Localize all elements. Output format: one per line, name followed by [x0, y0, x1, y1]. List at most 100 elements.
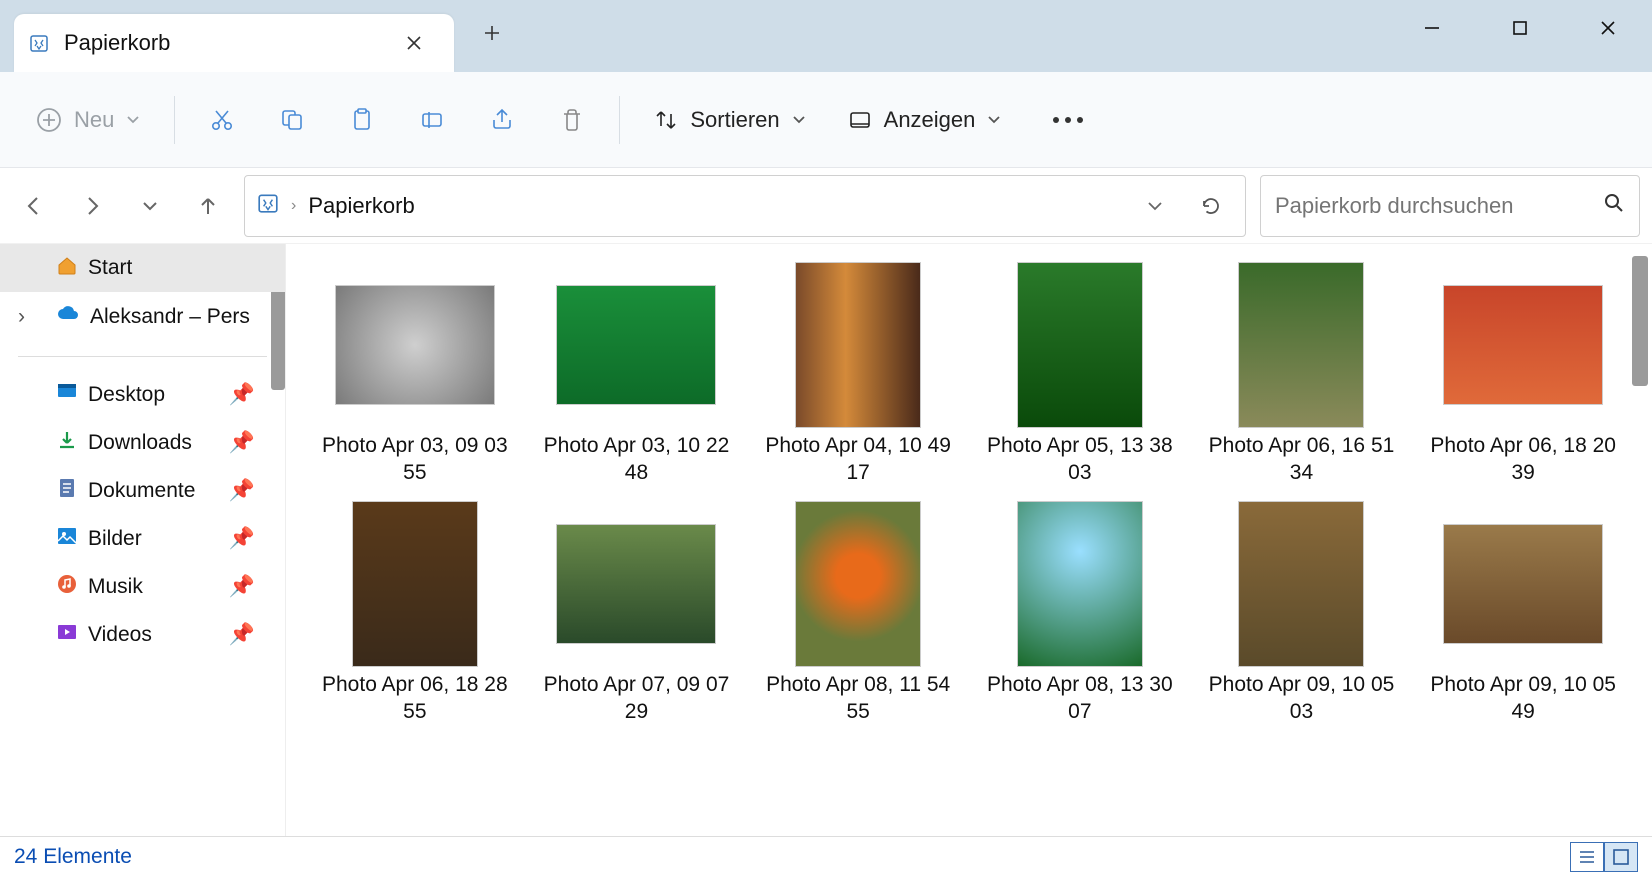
paste-button[interactable] — [343, 99, 381, 141]
plus-icon — [482, 23, 502, 43]
share-button[interactable] — [483, 99, 521, 141]
new-tab-button[interactable] — [472, 13, 512, 53]
file-item[interactable]: Photo Apr 09, 10 05 03 — [1201, 501, 1403, 726]
address-bar[interactable]: › Papierkorb — [244, 175, 1246, 237]
details-view-button[interactable] — [1570, 842, 1604, 872]
sidebar-item-onedrive[interactable]: › Aleksandr – Pers — [0, 292, 285, 342]
thumbnail — [1000, 501, 1160, 667]
minimize-button[interactable] — [1388, 0, 1476, 56]
status-bar: 24 Elemente — [0, 836, 1652, 876]
new-button[interactable]: Neu — [30, 99, 146, 141]
file-item[interactable]: Photo Apr 06, 18 20 39 — [1422, 262, 1624, 487]
chevron-down-icon — [126, 113, 140, 127]
share-icon — [489, 107, 515, 133]
recycle-bin-icon — [28, 32, 50, 54]
sidebar-item-downloads[interactable]: Downloads 📌 — [0, 419, 285, 467]
file-item[interactable]: Photo Apr 03, 10 22 48 — [536, 262, 738, 487]
search-box[interactable] — [1260, 175, 1640, 237]
thumbnail — [335, 501, 495, 667]
cut-icon — [209, 107, 235, 133]
file-name: Photo Apr 06, 18 28 55 — [320, 671, 510, 726]
sidebar-item-desktop[interactable]: Desktop 📌 — [0, 371, 285, 419]
breadcrumb-segment[interactable]: Papierkorb — [308, 193, 414, 219]
file-name: Photo Apr 09, 10 05 49 — [1428, 671, 1618, 726]
file-item[interactable]: Photo Apr 03, 09 03 55 — [314, 262, 516, 487]
close-window-button[interactable] — [1564, 0, 1652, 56]
sidebar-item-label: Desktop — [88, 383, 165, 407]
body: Start › Aleksandr – Pers Desktop 📌 Downl… — [0, 244, 1652, 836]
tab-close-button[interactable] — [394, 23, 434, 63]
cloud-icon — [56, 302, 80, 332]
pin-icon: 📌 — [229, 479, 255, 503]
thumbnails-view-button[interactable] — [1604, 842, 1638, 872]
address-history-button[interactable] — [1133, 184, 1177, 228]
file-item[interactable]: Photo Apr 06, 18 28 55 — [314, 501, 516, 726]
sort-label: Sortieren — [690, 107, 779, 133]
file-item[interactable]: Photo Apr 04, 10 49 17 — [757, 262, 959, 487]
recycle-bin-icon — [257, 192, 279, 219]
search-input[interactable] — [1275, 193, 1593, 219]
cut-button[interactable] — [203, 99, 241, 141]
sidebar-item-label: Dokumente — [88, 479, 195, 503]
download-icon — [56, 429, 78, 457]
tab-title: Papierkorb — [64, 30, 170, 56]
music-icon — [56, 573, 78, 601]
file-item[interactable]: Photo Apr 05, 13 38 03 — [979, 262, 1181, 487]
sidebar-item-label: Aleksandr – Pers — [90, 305, 250, 329]
thumbnail — [556, 262, 716, 428]
search-icon — [1603, 192, 1625, 219]
window-controls — [1388, 0, 1652, 56]
file-name: Photo Apr 06, 18 20 39 — [1428, 432, 1618, 487]
sort-button[interactable]: Sortieren — [648, 99, 811, 141]
chevron-down-icon — [987, 113, 1001, 127]
content-scrollbar[interactable] — [1632, 256, 1648, 386]
back-button[interactable] — [12, 184, 56, 228]
maximize-button[interactable] — [1476, 0, 1564, 56]
active-tab[interactable]: Papierkorb — [14, 14, 454, 72]
recent-button[interactable] — [128, 184, 172, 228]
sidebar-item-start[interactable]: Start — [0, 244, 285, 292]
sidebar-item-videos[interactable]: Videos 📌 — [0, 611, 285, 659]
sidebar-item-label: Start — [88, 256, 132, 280]
more-button[interactable] — [1047, 109, 1089, 131]
trash-icon — [559, 107, 585, 133]
pictures-icon — [56, 525, 78, 553]
new-label: Neu — [74, 107, 114, 133]
file-name: Photo Apr 07, 09 07 29 — [541, 671, 731, 726]
forward-button[interactable] — [70, 184, 114, 228]
file-item[interactable]: Photo Apr 08, 13 30 07 — [979, 501, 1181, 726]
rename-icon — [419, 107, 445, 133]
file-item[interactable]: Photo Apr 09, 10 05 49 — [1422, 501, 1624, 726]
file-name: Photo Apr 03, 09 03 55 — [320, 432, 510, 487]
refresh-button[interactable] — [1189, 184, 1233, 228]
thumbnail — [1221, 501, 1381, 667]
file-item[interactable]: Photo Apr 06, 16 51 34 — [1201, 262, 1403, 487]
new-icon — [36, 107, 62, 133]
sidebar-item-pictures[interactable]: Bilder 📌 — [0, 515, 285, 563]
divider — [174, 96, 175, 144]
up-button[interactable] — [186, 184, 230, 228]
sidebar-item-documents[interactable]: Dokumente 📌 — [0, 467, 285, 515]
file-item[interactable]: Photo Apr 07, 09 07 29 — [536, 501, 738, 726]
delete-button[interactable] — [553, 99, 591, 141]
sidebar-item-music[interactable]: Musik 📌 — [0, 563, 285, 611]
arrow-left-icon — [22, 194, 46, 218]
divider — [18, 356, 267, 357]
navigation-row: › Papierkorb — [0, 168, 1652, 244]
arrow-up-icon — [196, 194, 220, 218]
file-item[interactable]: Photo Apr 08, 11 54 55 — [757, 501, 959, 726]
divider — [619, 96, 620, 144]
sidebar-item-label: Videos — [88, 623, 152, 647]
copy-button[interactable] — [273, 99, 311, 141]
pin-icon: 📌 — [229, 383, 255, 407]
close-icon — [1598, 18, 1618, 38]
file-name: Photo Apr 04, 10 49 17 — [763, 432, 953, 487]
sort-icon — [654, 108, 678, 132]
file-name: Photo Apr 09, 10 05 03 — [1206, 671, 1396, 726]
rename-button[interactable] — [413, 99, 451, 141]
items-grid: Photo Apr 03, 09 03 55 Photo Apr 03, 10 2… — [314, 262, 1624, 725]
view-icon — [848, 108, 872, 132]
thumbnail — [1221, 262, 1381, 428]
sidebar: Start › Aleksandr – Pers Desktop 📌 Downl… — [0, 244, 286, 836]
view-button[interactable]: Anzeigen — [842, 99, 1008, 141]
